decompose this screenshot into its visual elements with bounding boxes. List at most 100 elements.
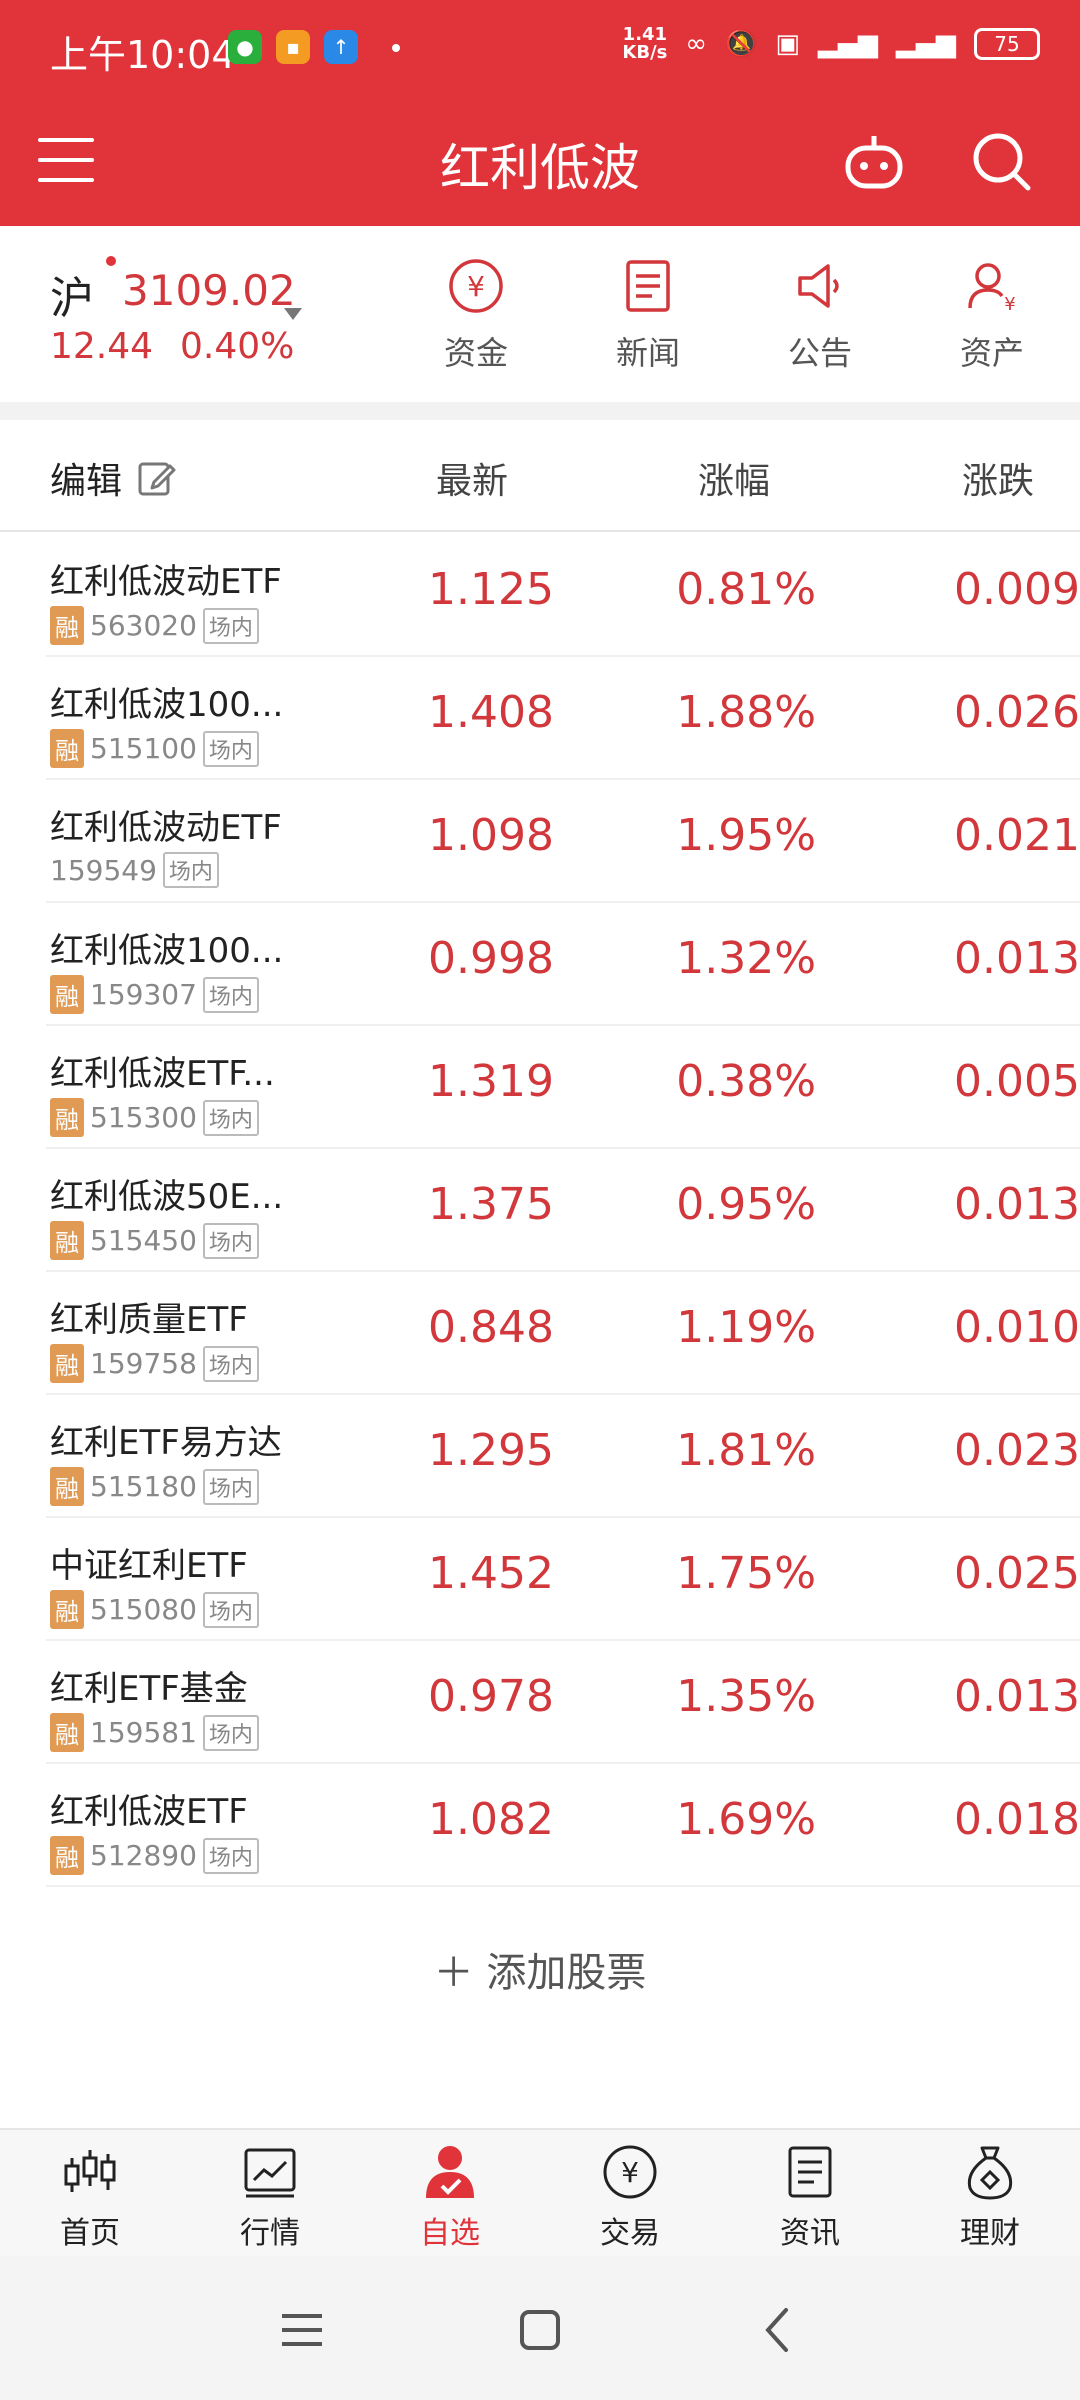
table-row[interactable]: 红利ETF基金 融 159581 场内 0.978 1.35% 0.013 xyxy=(46,1641,1080,1764)
quick-action-assets[interactable]: ¥ 资产 xyxy=(932,256,1052,374)
nav-market[interactable]: 行情 xyxy=(180,2130,360,2256)
mute-bell-icon: 🔕 xyxy=(725,29,758,59)
price-change-amount: 0.026 xyxy=(954,687,1080,738)
stock-meta: 融 515180 场内 xyxy=(50,1467,259,1506)
column-latest[interactable]: 最新 xyxy=(436,452,508,504)
price-latest: 1.295 xyxy=(428,1425,554,1476)
list-column-header: 编辑 最新 涨幅 涨跌 xyxy=(0,420,1080,532)
margin-badge: 融 xyxy=(50,1221,84,1260)
table-row[interactable]: 红利低波50E... 融 515450 场内 1.375 0.95% 0.013 xyxy=(46,1149,1080,1272)
robot-assistant-icon[interactable] xyxy=(842,130,906,194)
nav-wealth[interactable]: 理财 xyxy=(900,2130,1080,2256)
stock-meta: 融 563020 场内 xyxy=(50,606,259,645)
margin-badge: 融 xyxy=(50,1098,84,1137)
stock-code: 515180 xyxy=(90,1470,197,1503)
stock-code: 512890 xyxy=(90,1839,197,1872)
table-row[interactable]: 中证红利ETF 融 515080 场内 1.452 1.75% 0.025 xyxy=(46,1518,1080,1641)
exchange-tag: 场内 xyxy=(202,1714,259,1751)
margin-badge: 融 xyxy=(50,1836,84,1875)
stock-code: 159549 xyxy=(50,853,157,887)
quick-action-news[interactable]: 新闻 xyxy=(588,256,708,374)
price-change-amount: 0.005 xyxy=(954,1056,1080,1107)
stock-meta: 融 159581 场内 xyxy=(50,1713,259,1752)
stock-code: 515300 xyxy=(90,1101,197,1134)
price-change-amount: 0.023 xyxy=(954,1425,1080,1476)
margin-badge: 融 xyxy=(50,729,84,768)
nav-trade[interactable]: ¥ 交易 xyxy=(540,2130,720,2256)
margin-badge: 融 xyxy=(50,606,84,645)
stock-meta: 融 515450 场内 xyxy=(50,1221,259,1260)
exchange-tag: 场内 xyxy=(202,976,259,1013)
table-row[interactable]: 红利低波动ETF 融 563020 场内 1.125 0.81% 0.009 xyxy=(46,534,1080,657)
exchange-tag: 场内 xyxy=(202,1837,259,1874)
stock-name: 中证红利ETF xyxy=(50,1546,248,1586)
status-indicators: 1.41 KB/s ∞ 🔕 ▣ ▂▄▆ ▂▄▆ 75 xyxy=(622,26,1040,62)
search-icon[interactable] xyxy=(970,130,1034,194)
exchange-tag: 场内 xyxy=(202,1345,259,1382)
page-title: 红利低波 xyxy=(440,139,640,197)
stock-code: 515080 xyxy=(90,1593,197,1626)
column-change-amount[interactable]: 涨跌 xyxy=(962,452,1034,504)
watchlist: 红利低波动ETF 融 563020 场内 1.125 0.81% 0.009 红… xyxy=(0,534,1080,1887)
price-change-percent: 0.38% xyxy=(676,1056,816,1107)
price-latest: 1.319 xyxy=(428,1056,554,1107)
price-change-percent: 1.35% xyxy=(676,1671,816,1722)
stock-name: 红利低波ETF xyxy=(50,1792,248,1832)
margin-badge: 融 xyxy=(50,1344,84,1383)
price-change-amount: 0.013 xyxy=(954,1179,1080,1230)
table-row[interactable]: 红利质量ETF 融 159758 场内 0.848 1.19% 0.010 xyxy=(46,1272,1080,1395)
app-header: 红利低波 xyxy=(0,100,1080,226)
favorite-person-icon xyxy=(426,2146,474,2198)
signal-5g-icon-2: ▂▄▆ xyxy=(896,29,956,59)
exchange-tag: 场内 xyxy=(202,1099,259,1136)
price-change-amount: 0.013 xyxy=(954,933,1080,984)
nav-home[interactable]: 首页 xyxy=(0,2130,180,2256)
nav-news[interactable]: 资讯 xyxy=(720,2130,900,2256)
price-change-percent: 0.81% xyxy=(676,564,816,615)
candlestick-icon xyxy=(64,2150,116,2192)
stock-meta: 融 512890 场内 xyxy=(50,1836,259,1875)
back-arrow-icon[interactable] xyxy=(748,2300,808,2360)
upload-arrow-icon: ↑ xyxy=(324,30,358,64)
user-asset-icon: ¥ xyxy=(968,263,1016,315)
price-latest: 1.375 xyxy=(428,1179,554,1230)
add-stock-button[interactable]: ＋ 添加股票 xyxy=(0,1940,1080,1998)
stock-name: 红利质量ETF xyxy=(50,1300,248,1340)
svg-text:¥: ¥ xyxy=(467,270,485,303)
table-row[interactable]: 红利ETF易方达 融 515180 场内 1.295 1.81% 0.023 xyxy=(46,1395,1080,1518)
table-row[interactable]: 红利低波100... 融 159307 场内 0.998 1.32% 0.013 xyxy=(46,903,1080,1026)
recent-apps-icon[interactable] xyxy=(272,2300,332,2360)
price-change-percent: 1.32% xyxy=(676,933,816,984)
stock-name: 红利ETF基金 xyxy=(50,1669,248,1709)
price-latest: 1.408 xyxy=(428,687,554,738)
column-change-percent[interactable]: 涨幅 xyxy=(698,452,770,504)
price-change-amount: 0.009 xyxy=(954,564,1080,615)
link-icon: ∞ xyxy=(685,29,708,59)
index-value[interactable]: 3109.02 xyxy=(122,266,296,315)
table-row[interactable]: 红利低波100... 融 515100 场内 1.408 1.88% 0.026 xyxy=(46,657,1080,780)
price-change-percent: 1.81% xyxy=(676,1425,816,1476)
index-name[interactable]: 沪 xyxy=(50,262,94,326)
price-change-percent: 1.19% xyxy=(676,1302,816,1353)
quick-action-funds[interactable]: ¥ 资金 xyxy=(416,256,536,374)
stock-name: 红利低波动ETF xyxy=(50,562,282,602)
table-row[interactable]: 红利低波ETF... 融 515300 场内 1.319 0.38% 0.005 xyxy=(46,1026,1080,1149)
home-square-icon[interactable] xyxy=(510,2300,570,2360)
document-icon xyxy=(788,2146,832,2198)
table-row[interactable]: 红利低波ETF 融 512890 场内 1.082 1.69% 0.018 xyxy=(46,1764,1080,1887)
nav-watchlist[interactable]: 自选 xyxy=(360,2130,540,2256)
margin-badge: 融 xyxy=(50,1467,84,1506)
quick-action-announcement[interactable]: 公告 xyxy=(760,256,880,374)
system-nav-bar xyxy=(0,2256,1080,2400)
table-row[interactable]: 红利低波动ETF 159549 场内 1.098 1.95% 0.021 xyxy=(46,780,1080,903)
edit-button[interactable]: 编辑 xyxy=(50,452,176,504)
index-percent: 0.40% xyxy=(180,326,295,367)
chart-line-icon xyxy=(244,2148,296,2198)
stock-name: 红利低波100... xyxy=(50,931,284,971)
price-change-amount: 0.021 xyxy=(954,810,1080,861)
exchange-tag: 场内 xyxy=(202,1222,259,1259)
stock-code: 515100 xyxy=(90,732,197,765)
money-bag-icon xyxy=(967,2146,1013,2200)
price-latest: 1.452 xyxy=(428,1548,554,1599)
dropdown-arrow-icon[interactable] xyxy=(284,308,302,320)
